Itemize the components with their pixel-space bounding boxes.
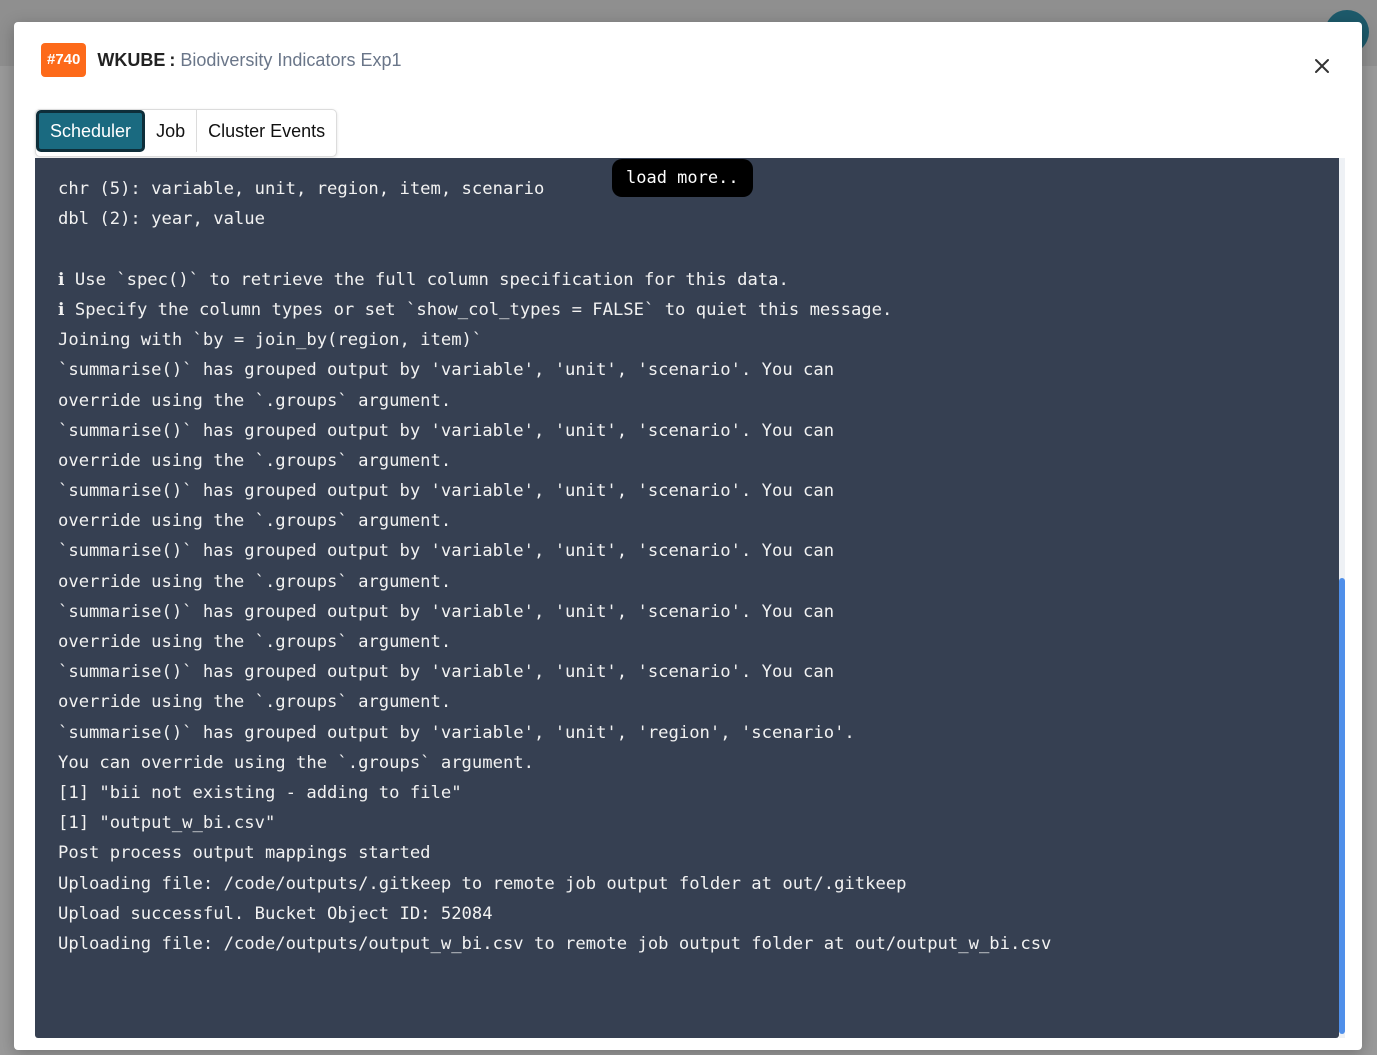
- log-line: Upload successful. Bucket Object ID: 520…: [58, 903, 493, 924]
- console-scrollbar[interactable]: [1339, 158, 1345, 1038]
- job-id-badge: #740: [41, 43, 87, 77]
- log-line: override using the `.groups` argument.: [58, 511, 452, 532]
- tab-bar: Scheduler Job Cluster Events: [35, 109, 338, 157]
- log-line: `summarise()` has grouped output by 'var…: [58, 601, 835, 622]
- log-line: Joining with `by = join_by(region, item)…: [58, 330, 483, 351]
- load-more-button[interactable]: load more..: [612, 159, 753, 197]
- log-line: override using the `.groups` argument.: [58, 571, 452, 592]
- log-line: ℹ Specify the column types or set `show_…: [58, 299, 893, 320]
- modal-title-separator: :: [169, 49, 176, 70]
- modal-header: #740 WKUBE : Biodiversity Indicators Exp…: [41, 43, 401, 77]
- log-line: [58, 235, 1051, 265]
- log-line: override using the `.groups` argument.: [58, 692, 452, 713]
- log-line: override using the `.groups` argument.: [58, 632, 452, 652]
- log-line: [1] "bii not existing - adding to file": [58, 782, 462, 803]
- log-line: override using the `.groups` argument.: [58, 450, 452, 471]
- close-icon: [1315, 59, 1329, 73]
- log-line: Uploading file: /code/outputs/output_w_b…: [58, 933, 1052, 954]
- log-line-partial: [58, 158, 1051, 174]
- log-line: Post process output mappings started: [58, 843, 431, 864]
- log-line: chr (5): variable, unit, region, item, s…: [58, 179, 545, 200]
- log-line: `summarise()` has grouped output by 'var…: [58, 360, 835, 381]
- tab-scheduler[interactable]: Scheduler: [36, 110, 146, 152]
- modal-title-job-name: Biodiversity Indicators Exp1: [180, 49, 402, 70]
- log-line: `summarise()` has grouped output by 'var…: [58, 722, 855, 743]
- log-line: Uploading file: /code/outputs/.gitkeep t…: [58, 873, 907, 894]
- log-line: [1] "output_w_bi.csv": [58, 813, 276, 834]
- tab-cluster-events[interactable]: Cluster Events: [197, 110, 336, 152]
- log-line: override using the `.groups` argument.: [58, 390, 452, 411]
- log-line: dbl (2): year, value: [58, 209, 265, 230]
- close-button[interactable]: [1310, 54, 1334, 78]
- log-line: `summarise()` has grouped output by 'var…: [58, 420, 835, 441]
- log-line: `summarise()` has grouped output by 'var…: [58, 481, 835, 502]
- log-line: ℹ Use `spec()` to retrieve the full colu…: [58, 269, 789, 290]
- job-details-modal: #740 WKUBE : Biodiversity Indicators Exp…: [14, 22, 1362, 1050]
- tab-job[interactable]: Job: [145, 110, 198, 152]
- log-console[interactable]: chr (5): variable, unit, region, item, s…: [35, 158, 1339, 1038]
- log-line: `summarise()` has grouped output by 'var…: [58, 541, 835, 562]
- log-line: You can override using the `.groups` arg…: [58, 752, 534, 773]
- console-scrollbar-thumb[interactable]: [1339, 578, 1345, 1034]
- modal-title-app: WKUBE: [97, 49, 166, 70]
- log-line: `summarise()` has grouped output by 'var…: [58, 662, 835, 683]
- log-lines: chr (5): variable, unit, region, item, s…: [58, 158, 1051, 959]
